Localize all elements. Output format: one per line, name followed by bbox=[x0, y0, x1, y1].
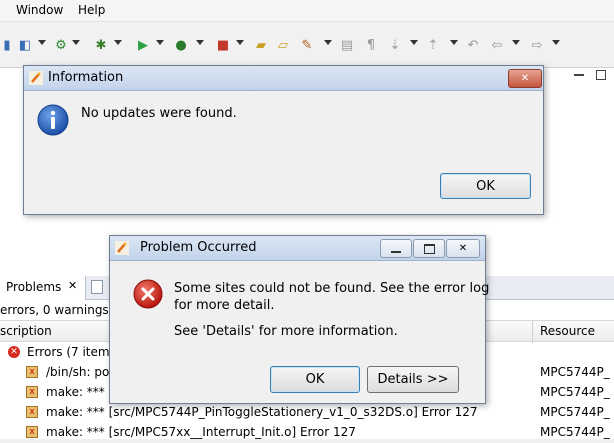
row-description: Errors (7 items bbox=[27, 345, 116, 359]
row-resource: MPC5744P_ bbox=[540, 365, 610, 379]
back-icon[interactable]: ⇦ bbox=[488, 36, 506, 54]
run-icon[interactable]: ▶ bbox=[134, 36, 152, 54]
details-button[interactable]: Details >> bbox=[367, 366, 459, 393]
row-resource: MPC5744P_ bbox=[540, 385, 610, 399]
source-file-icon[interactable]: ◧ bbox=[16, 36, 34, 54]
error-icon: ✕ bbox=[8, 346, 20, 358]
info-message: No updates were found. bbox=[81, 106, 237, 121]
problems-summary: errors, 0 warnings, bbox=[0, 303, 113, 317]
console-icon[interactable] bbox=[91, 280, 103, 294]
problem-message-line2: for more detail. bbox=[174, 298, 275, 313]
paragraph-icon[interactable]: ¶ bbox=[362, 36, 380, 54]
menubar: Window Help bbox=[0, 0, 614, 22]
folder-icon[interactable]: ▱ bbox=[274, 36, 292, 54]
toggle-icon[interactable]: ▤ bbox=[338, 36, 356, 54]
dialog-titlebar[interactable]: Information ✕ bbox=[24, 66, 543, 91]
row-resource: MPC5744P_ bbox=[540, 405, 610, 419]
problem-message-line1: Some sites could not be found. See the e… bbox=[174, 281, 490, 296]
maximize-view-icon[interactable] bbox=[596, 70, 606, 80]
error-marker-icon: x bbox=[26, 426, 38, 438]
error-marker-icon: x bbox=[26, 366, 38, 378]
external-tools-icon[interactable]: ● bbox=[172, 36, 190, 54]
error-icon bbox=[133, 279, 163, 309]
row-description: /bin/sh: po bbox=[46, 365, 110, 379]
info-icon bbox=[37, 104, 69, 136]
row-description: make: *** [src/MPC57xx__Interrupt_Init.o… bbox=[46, 425, 356, 439]
ok-button[interactable]: OK bbox=[440, 173, 531, 199]
minimize-button[interactable] bbox=[380, 239, 412, 258]
column-resource[interactable]: Resource bbox=[540, 324, 595, 338]
row-description: make: *** [src/MPC5744P_PinToggleStation… bbox=[46, 405, 478, 419]
new-icon[interactable]: ▮ bbox=[0, 36, 16, 54]
table-row[interactable]: x make: *** [src/MPC5744P_PinToggleStati… bbox=[0, 403, 614, 423]
error-marker-icon: x bbox=[26, 386, 38, 398]
details-label: Details >> bbox=[377, 372, 449, 387]
forward-icon[interactable]: ⇨ bbox=[528, 36, 546, 54]
row-resource: MPC5744P_ bbox=[540, 425, 610, 439]
ok-label: OK bbox=[476, 178, 495, 194]
ok-label: OK bbox=[305, 372, 325, 387]
information-dialog: Information ✕ No updates were found. OK bbox=[23, 65, 544, 215]
dialog-title: Information bbox=[48, 70, 124, 85]
minimize-view-icon[interactable] bbox=[574, 74, 584, 76]
tab-problems-label: Problems bbox=[6, 280, 62, 294]
debug-icon[interactable]: ✱ bbox=[92, 36, 110, 54]
open-folder-icon[interactable]: ▰ bbox=[252, 36, 270, 54]
tab-problems[interactable]: Problems ✕ bbox=[0, 276, 86, 300]
dialog-titlebar[interactable]: Problem Occurred ✕ bbox=[110, 236, 485, 261]
pen-icon[interactable]: ✎ bbox=[298, 36, 316, 54]
build-icon[interactable]: ⚙ bbox=[52, 36, 70, 54]
row-description: make: *** [ bbox=[46, 385, 114, 399]
close-icon: ✕ bbox=[520, 73, 530, 84]
error-marker-icon: x bbox=[26, 406, 38, 418]
dialog-title: Problem Occurred bbox=[140, 240, 257, 255]
maximize-button[interactable] bbox=[413, 239, 445, 258]
close-button[interactable]: ✕ bbox=[508, 69, 542, 88]
eclipse-icon bbox=[29, 71, 43, 85]
eclipse-icon bbox=[115, 241, 129, 255]
menu-help[interactable]: Help bbox=[78, 3, 105, 17]
ok-button[interactable]: OK bbox=[270, 366, 360, 393]
annotation-icon[interactable]: ⇣ bbox=[386, 36, 404, 54]
problem-dialog: Problem Occurred ✕ Some sites could not … bbox=[109, 235, 490, 404]
toolbar: ▮ ◧ ⚙ ✱ ▶ ● ■ ▰ ▱ ✎ ▤ ¶ ⇣ ⇡ ↶ ⇦ ⇨ bbox=[0, 22, 614, 68]
next-annotation-icon[interactable]: ⇡ bbox=[424, 36, 442, 54]
last-edit-icon[interactable]: ↶ bbox=[464, 36, 482, 54]
close-button[interactable]: ✕ bbox=[446, 239, 480, 258]
close-icon: ✕ bbox=[458, 243, 468, 254]
menu-window[interactable]: Window bbox=[16, 3, 63, 17]
table-row[interactable]: x make: *** [src/MPC57xx__Interrupt_Init… bbox=[0, 423, 614, 443]
maximize-icon bbox=[423, 243, 435, 254]
close-tab-icon[interactable]: ✕ bbox=[68, 279, 77, 292]
minimize-icon bbox=[391, 250, 401, 253]
details-hint: See 'Details' for more information. bbox=[174, 324, 398, 339]
stop-icon[interactable]: ■ bbox=[214, 36, 232, 54]
column-description[interactable]: scription bbox=[0, 324, 52, 338]
